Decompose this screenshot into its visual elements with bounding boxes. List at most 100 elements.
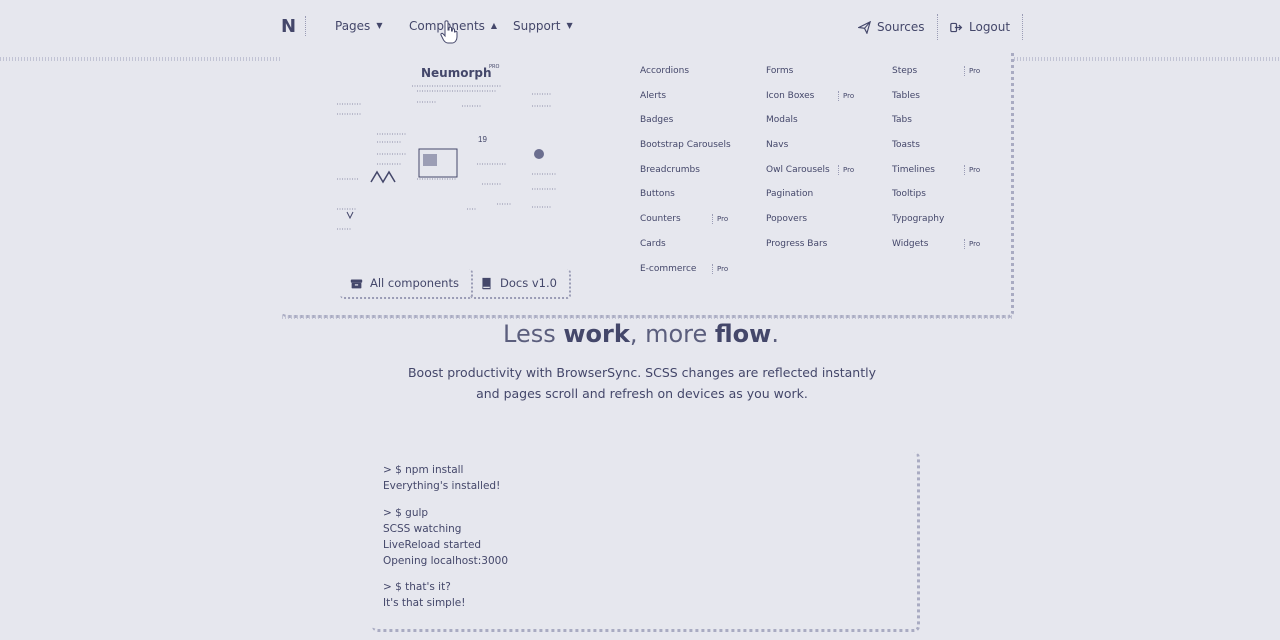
component-link-label: Owl Carousels bbox=[766, 164, 830, 175]
pro-badge: Pro bbox=[838, 90, 854, 101]
component-link-label: Breadcrumbs bbox=[640, 164, 700, 175]
component-link[interactable]: Bootstrap Carousels bbox=[640, 140, 740, 165]
component-link-label: Tables bbox=[892, 90, 920, 101]
hero-title-emphasis: work bbox=[563, 320, 630, 348]
pro-badge: Pro bbox=[712, 263, 728, 274]
terminal-line: > $ that's it? bbox=[383, 581, 451, 593]
component-link-label: Widgets bbox=[892, 238, 929, 249]
terminal-line: LiveReload started bbox=[383, 539, 482, 551]
component-link-label: Typography bbox=[892, 214, 945, 225]
components-dropdown: Neumorph PRO 19 All components Docs v1.0… bbox=[282, 52, 1014, 318]
brand-divider bbox=[305, 16, 308, 36]
component-link-label: Badges bbox=[640, 115, 674, 126]
chevron-up-icon: ▲ bbox=[490, 21, 498, 30]
component-link-label: Accordions bbox=[640, 66, 690, 76]
component-link-label: Popovers bbox=[766, 214, 808, 225]
all-components-button[interactable]: All components bbox=[340, 269, 473, 299]
navbar: N Pages ▼ Components ▲ Support ▼ Sources… bbox=[0, 0, 1280, 56]
component-link-label: E-commerce bbox=[640, 263, 697, 274]
book-icon bbox=[482, 277, 491, 289]
terminal-line: > $ gulp bbox=[383, 507, 429, 519]
hero-description: Boost productivity with BrowserSync. SCS… bbox=[407, 365, 876, 401]
pro-badge: Pro bbox=[964, 164, 980, 175]
component-link[interactable]: Breadcrumbs bbox=[640, 165, 740, 190]
component-link[interactable]: Widgets Pro bbox=[892, 238, 992, 264]
nav-pages[interactable]: Pages ▼ bbox=[335, 19, 382, 33]
component-link[interactable]: Accordions bbox=[640, 66, 740, 91]
component-link[interactable]: Badges bbox=[640, 115, 740, 140]
component-link-label: Counters bbox=[640, 214, 681, 225]
nav-support-label: Support bbox=[513, 19, 561, 33]
terminal-line: Opening localhost:3000 bbox=[383, 555, 509, 567]
component-link[interactable]: Timelines Pro bbox=[892, 164, 992, 190]
paper-plane-icon bbox=[858, 20, 871, 34]
terminal-line: > $ npm install bbox=[383, 464, 464, 476]
docs-label: Docs v1.0 bbox=[500, 276, 557, 290]
component-link-label: Alerts bbox=[640, 90, 667, 101]
component-link-label: Tooltips bbox=[892, 189, 926, 200]
component-link[interactable]: Tooltips bbox=[892, 189, 992, 214]
neumorph-preview-image[interactable]: Neumorph PRO 19 bbox=[337, 64, 567, 239]
component-link-label: Timelines bbox=[892, 164, 935, 175]
component-link[interactable]: Popovers bbox=[766, 214, 866, 239]
component-link[interactable]: Pagination bbox=[766, 189, 866, 214]
component-link-label: Cards bbox=[640, 238, 666, 249]
navbar-shadow-right bbox=[1014, 57, 1280, 61]
sign-out-icon bbox=[950, 22, 963, 32]
component-link[interactable]: Tables bbox=[892, 91, 992, 116]
sources-label: Sources bbox=[877, 20, 925, 34]
hero-title-part: Less bbox=[503, 320, 564, 348]
hero-title-part: , more bbox=[629, 320, 715, 348]
component-link-label: Modals bbox=[766, 115, 798, 126]
brand-logo[interactable]: N bbox=[281, 16, 296, 37]
nav-support[interactable]: Support ▼ bbox=[513, 19, 573, 33]
component-link[interactable]: Modals bbox=[766, 115, 866, 140]
component-link[interactable]: Typography bbox=[892, 214, 992, 239]
component-link-label: Tabs bbox=[892, 115, 912, 126]
component-link[interactable]: Steps Pro bbox=[892, 66, 992, 91]
component-link[interactable]: Counters Pro bbox=[640, 214, 740, 239]
component-link-label: Icon Boxes bbox=[766, 90, 815, 101]
pro-badge: Pro bbox=[964, 238, 980, 249]
nav-pages-label: Pages bbox=[335, 19, 371, 33]
component-link-label: Buttons bbox=[640, 189, 675, 200]
navbar-shadow-left bbox=[0, 57, 282, 61]
component-link[interactable]: E-commerce Pro bbox=[640, 263, 740, 289]
component-link[interactable]: Icon Boxes Pro bbox=[766, 90, 866, 116]
component-link-label: Bootstrap Carousels bbox=[640, 140, 731, 151]
preview-illustration: 19 bbox=[337, 85, 557, 230]
sources-link[interactable]: Sources bbox=[858, 14, 939, 40]
pro-badge: Pro bbox=[964, 66, 980, 76]
component-link[interactable]: Navs bbox=[766, 140, 866, 165]
svg-text:19: 19 bbox=[478, 135, 487, 144]
terminal-card: > $ npm install Everything's installed! … bbox=[372, 452, 920, 632]
component-link-label: Forms bbox=[766, 66, 794, 76]
components-column-2: Forms Icon Boxes Pro Modals Navs Owl Carousel… bbox=[766, 66, 866, 264]
component-link[interactable]: Cards bbox=[640, 239, 740, 264]
component-link-label: Progress Bars bbox=[766, 238, 828, 249]
chevron-down-icon: ▼ bbox=[566, 21, 573, 30]
component-link[interactable]: Owl Carousels Pro bbox=[766, 164, 866, 190]
all-components-label: All components bbox=[370, 276, 459, 290]
component-link[interactable]: Forms bbox=[766, 66, 866, 91]
component-link[interactable]: Toasts bbox=[892, 140, 992, 165]
component-link-label: Toasts bbox=[892, 140, 920, 151]
docs-button[interactable]: Docs v1.0 bbox=[470, 269, 571, 299]
hand-cursor-icon bbox=[440, 20, 458, 44]
component-link-label: Pagination bbox=[766, 189, 814, 200]
chevron-down-icon: ▼ bbox=[376, 21, 383, 30]
component-link[interactable]: Tabs bbox=[892, 115, 992, 140]
component-link[interactable]: Progress Bars bbox=[766, 239, 866, 264]
terminal-line: It's that simple! bbox=[383, 597, 466, 609]
components-column-1: Accordions Alerts Badges Bootstrap Carousel… bbox=[640, 66, 740, 288]
component-link[interactable]: Buttons bbox=[640, 189, 740, 214]
pro-badge: Pro bbox=[712, 214, 728, 225]
hero-title: Less work, more flow. bbox=[0, 320, 1280, 348]
terminal-line: Everything's installed! bbox=[383, 480, 501, 492]
component-link-label: Steps bbox=[892, 66, 918, 76]
hero-title-part: . bbox=[771, 320, 779, 348]
archive-icon bbox=[350, 278, 363, 288]
component-link[interactable]: Alerts bbox=[640, 91, 740, 116]
component-link-label: Navs bbox=[766, 140, 789, 151]
logout-link[interactable]: Logout bbox=[950, 14, 1024, 40]
